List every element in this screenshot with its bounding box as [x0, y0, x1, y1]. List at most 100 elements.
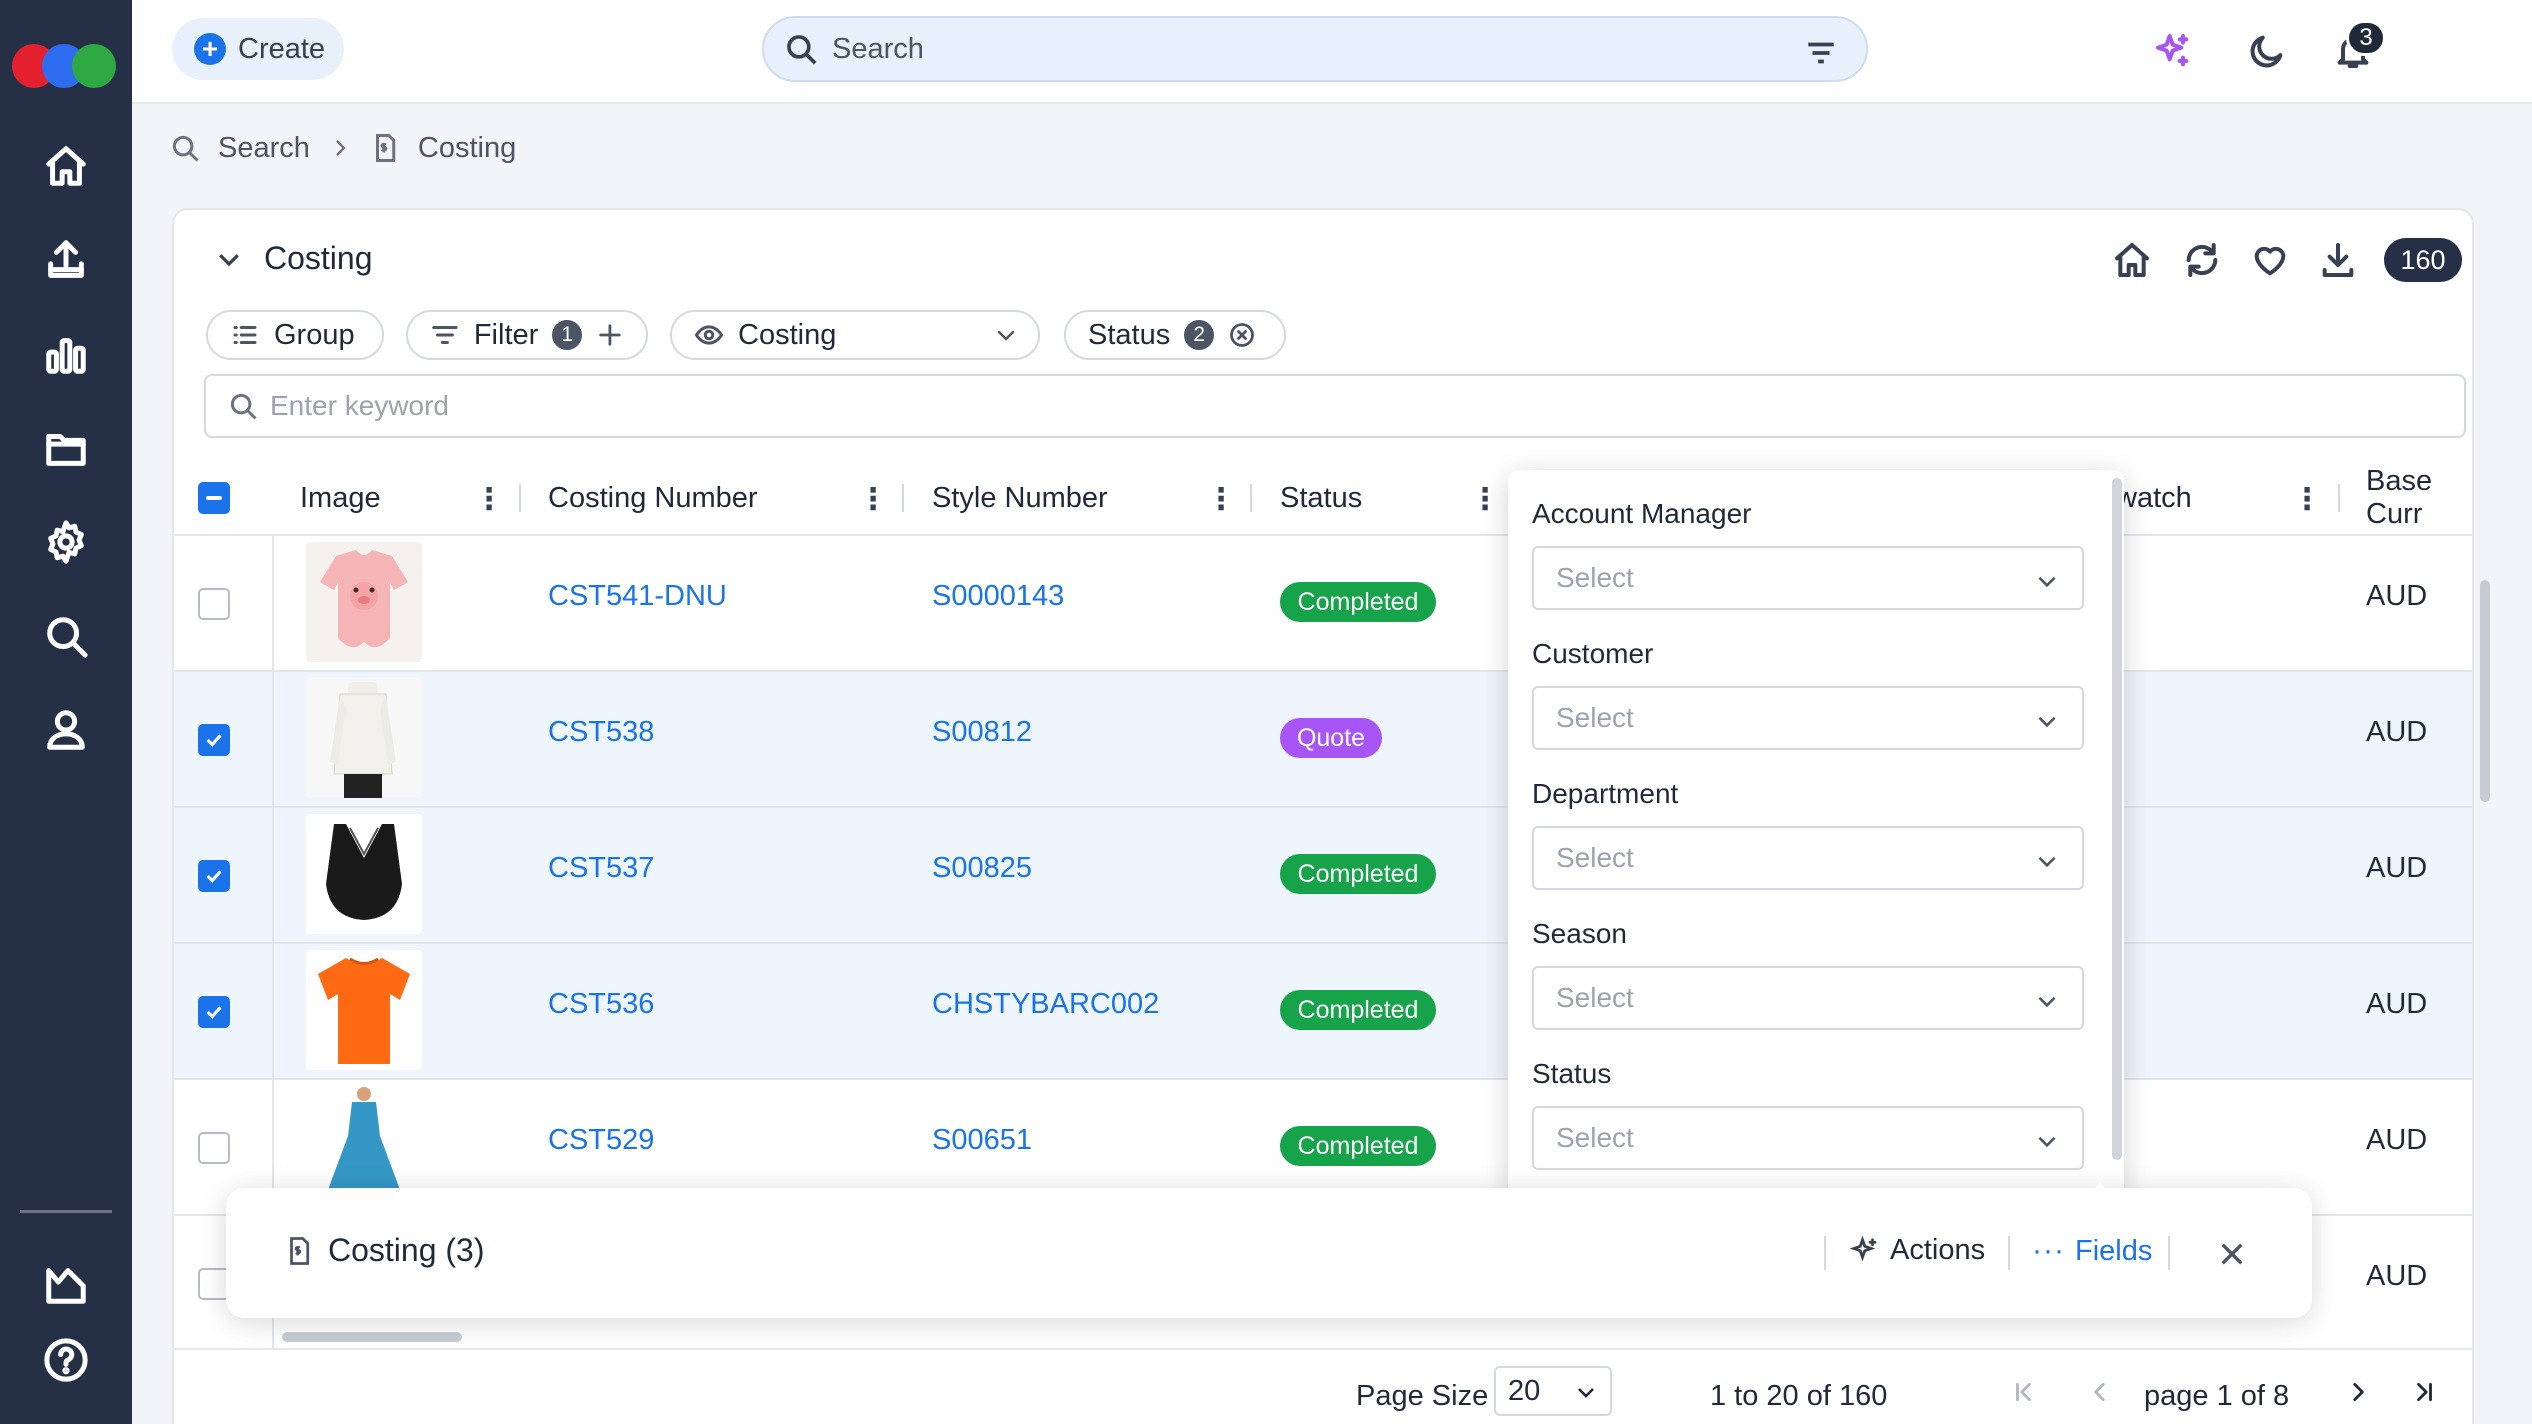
user-icon[interactable]	[36, 700, 96, 760]
costing-number-link[interactable]: CST537	[548, 852, 654, 885]
horizontal-scrollbar[interactable]	[282, 1332, 462, 1342]
product-image[interactable]	[306, 678, 422, 798]
bar-chart-icon[interactable]	[36, 324, 96, 384]
page-current: 1	[2216, 1380, 2233, 1412]
top-bar: + Create Search 3	[132, 0, 2532, 104]
analytics-icon[interactable]	[36, 1254, 96, 1314]
folder-icon[interactable]	[36, 418, 96, 478]
view-select[interactable]: Costing	[670, 310, 1040, 360]
column-header-base-currency[interactable]: Base Curr	[2366, 460, 2472, 536]
fields-button[interactable]: ··· Fields	[2032, 1234, 2152, 1268]
column-menu-icon[interactable]: ⋮	[1470, 482, 1500, 517]
row-checkbox[interactable]	[198, 588, 230, 620]
help-icon[interactable]	[36, 1330, 96, 1390]
department-select[interactable]: Select	[1532, 826, 2084, 890]
clear-circle-icon[interactable]	[1228, 321, 1256, 349]
status-select[interactable]: Select	[1532, 1106, 2084, 1170]
eye-icon	[694, 325, 724, 345]
style-number-link[interactable]: S0000143	[932, 580, 1064, 613]
row-checkbox[interactable]	[198, 996, 230, 1028]
column-resizer[interactable]	[2338, 484, 2340, 512]
costing-number-link[interactable]: CST536	[548, 988, 654, 1021]
group-chip[interactable]: Group	[206, 310, 384, 360]
style-number-link[interactable]: S00651	[932, 1124, 1032, 1157]
moon-icon[interactable]	[2242, 26, 2292, 76]
close-icon[interactable]	[2212, 1234, 2252, 1274]
column-menu-icon[interactable]: ⋮	[2292, 482, 2322, 517]
document-dollar-icon	[375, 134, 396, 162]
home-icon[interactable]	[36, 136, 96, 196]
search-icon[interactable]	[36, 606, 96, 666]
row-checkbox[interactable]	[198, 860, 230, 892]
notification-count-badge: 3	[2346, 20, 2386, 56]
create-button[interactable]: + Create	[172, 18, 344, 80]
heart-icon[interactable]	[2246, 236, 2294, 284]
select-all-checkbox[interactable]	[198, 482, 230, 514]
column-header-status[interactable]: Status	[1280, 460, 1362, 536]
column-header-style-number[interactable]: Style Number	[932, 460, 1108, 536]
style-number-link[interactable]: S00825	[932, 852, 1032, 885]
download-icon[interactable]	[2314, 236, 2362, 284]
white-sweater-image	[330, 682, 396, 798]
costing-number-link[interactable]: CST529	[548, 1124, 654, 1157]
vertical-scrollbar[interactable]	[2480, 580, 2490, 802]
app-logo[interactable]	[12, 44, 120, 88]
fields-label: Fields	[2074, 1234, 2153, 1267]
costing-number-link[interactable]: CST541-DNU	[548, 580, 727, 613]
breadcrumb-item-search[interactable]: Search	[218, 132, 310, 165]
sparkle-icon	[1850, 1235, 1877, 1261]
account-manager-select[interactable]: Select	[1532, 546, 2084, 610]
first-page-icon[interactable]	[2004, 1372, 2044, 1412]
breadcrumb-item-costing: Costing	[417, 131, 517, 164]
status-count-badge: 2	[1184, 320, 1215, 350]
pagination-footer: Page Size 20 1 to 20 of 160 page 1 of 8	[174, 1348, 2472, 1424]
column-menu-icon[interactable]: ⋮	[1206, 482, 1236, 517]
chevron-down-icon[interactable]	[214, 244, 244, 274]
prev-page-icon[interactable]	[2080, 1372, 2120, 1412]
page-size-select[interactable]: 20	[1494, 1366, 1612, 1416]
product-image[interactable]	[306, 814, 422, 934]
divider	[2168, 1236, 2170, 1270]
refresh-icon[interactable]	[2178, 236, 2226, 284]
fields-dropdown-scrollbar[interactable]	[2112, 478, 2122, 1160]
actions-button[interactable]: Actions	[1850, 1234, 1985, 1267]
last-page-icon[interactable]	[2404, 1372, 2444, 1412]
customer-select[interactable]: Select	[1532, 686, 2084, 750]
global-search-input[interactable]: Search	[762, 16, 1868, 82]
style-number-link[interactable]: CHSTYBARC002	[932, 988, 1159, 1021]
product-image[interactable]	[306, 542, 422, 662]
costing-number-link[interactable]: CST538	[548, 716, 654, 749]
column-header-image[interactable]: Image	[300, 460, 381, 536]
table-row[interactable]: CST537 S00825 Completed AUD	[174, 808, 2472, 944]
product-image[interactable]	[306, 950, 422, 1070]
plus-icon[interactable]	[596, 321, 624, 349]
style-number-link[interactable]: S00812	[932, 716, 1032, 749]
row-checkbox[interactable]	[198, 1132, 230, 1164]
table-row[interactable]: CST541-DNU S0000143 Completed AUD	[174, 536, 2472, 672]
gear-icon[interactable]	[36, 512, 96, 572]
upload-icon[interactable]	[36, 230, 96, 290]
column-header-swatch[interactable]: watch	[2116, 460, 2192, 536]
table-row[interactable]: CST536 CHSTYBARC002 Completed AUD	[174, 944, 2472, 1080]
column-resizer[interactable]	[1250, 484, 1252, 512]
filter-chip[interactable]: Filter 1	[406, 310, 648, 360]
column-menu-icon[interactable]: ⋮	[858, 482, 888, 517]
create-label: Create	[238, 32, 326, 65]
season-select[interactable]: Select	[1532, 966, 2084, 1030]
row-checkbox[interactable]	[198, 724, 230, 756]
global-search-placeholder: Search	[832, 32, 924, 65]
filter-lines-icon[interactable]	[1804, 36, 1838, 70]
ai-sparkle-icon[interactable]	[2148, 26, 2198, 76]
sidebar	[0, 0, 132, 1424]
column-resizer[interactable]	[519, 484, 521, 512]
next-page-icon[interactable]	[2338, 1372, 2378, 1412]
status-chip-label: Status	[1088, 318, 1171, 351]
select-placeholder: Select	[1556, 562, 1634, 593]
column-resizer[interactable]	[902, 484, 904, 512]
status-chip[interactable]: Status 2	[1064, 310, 1286, 360]
home-icon[interactable]	[2108, 236, 2156, 284]
column-header-costing-number[interactable]: Costing Number	[548, 460, 758, 536]
table-row[interactable]: CST538 S00812 Quote AUD	[174, 672, 2472, 808]
column-menu-icon[interactable]: ⋮	[474, 482, 504, 517]
keyword-input[interactable]: Enter keyword	[204, 374, 2466, 438]
